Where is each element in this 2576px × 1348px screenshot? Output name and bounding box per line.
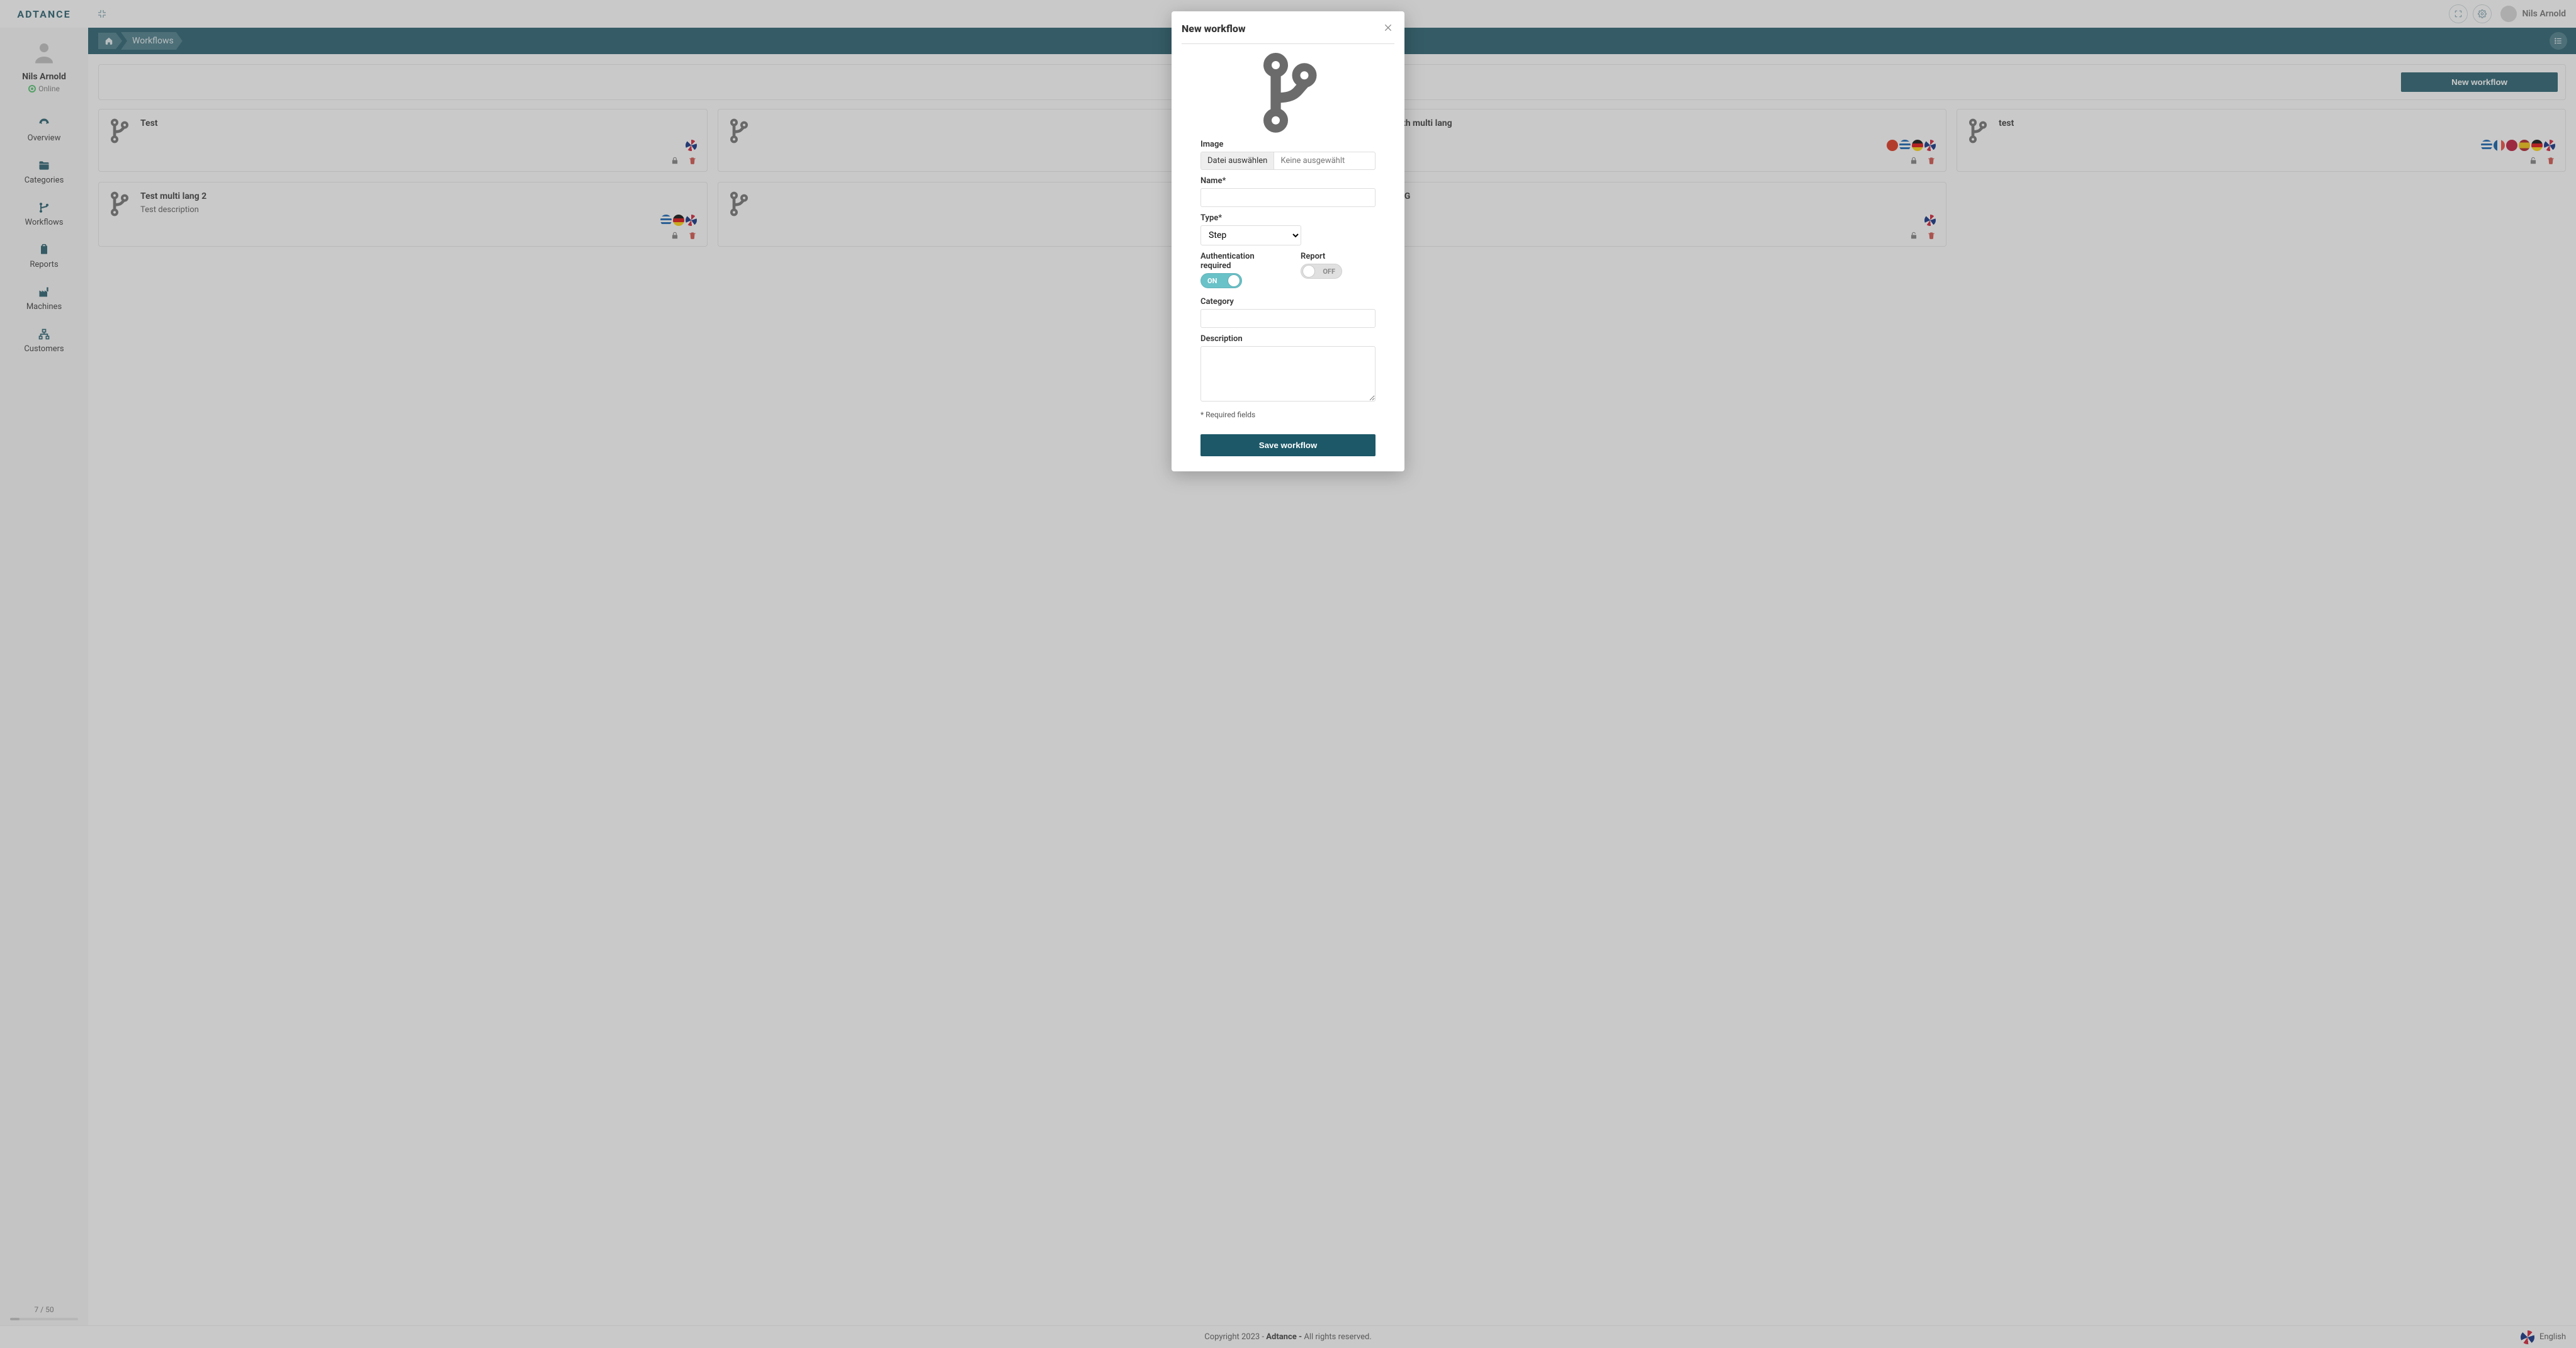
- file-status: Keine ausgewählt: [1274, 152, 1375, 169]
- save-workflow-button[interactable]: Save workflow: [1200, 434, 1376, 456]
- name-input[interactable]: [1200, 188, 1376, 207]
- auth-label: Authentication required: [1200, 252, 1275, 271]
- auth-toggle[interactable]: ON: [1200, 273, 1242, 288]
- category-input[interactable]: [1200, 309, 1376, 328]
- modal-close-button[interactable]: [1379, 19, 1397, 37]
- required-hint: * Required fields: [1182, 410, 1394, 419]
- workflow-hero-icon: [1182, 53, 1394, 135]
- modal-backdrop[interactable]: New workflow Image Datei auswählen Keine…: [0, 0, 2576, 1348]
- description-input[interactable]: [1200, 346, 1376, 402]
- image-label: Image: [1200, 140, 1376, 149]
- toggle-knob: [1228, 275, 1240, 286]
- image-file-input[interactable]: Datei auswählen Keine ausgewählt: [1200, 152, 1376, 170]
- type-label: Type*: [1200, 213, 1301, 223]
- close-icon: [1383, 23, 1393, 33]
- name-label: Name*: [1200, 176, 1376, 186]
- category-label: Category: [1200, 297, 1376, 306]
- file-choose-button[interactable]: Datei auswählen: [1201, 152, 1274, 169]
- type-select[interactable]: Step: [1200, 225, 1301, 245]
- toggle-knob: [1303, 266, 1314, 277]
- modal-title: New workflow: [1182, 23, 1394, 35]
- description-label: Description: [1200, 334, 1376, 344]
- new-workflow-modal: New workflow Image Datei auswählen Keine…: [1172, 11, 1404, 471]
- report-label: Report: [1301, 252, 1376, 261]
- report-toggle[interactable]: OFF: [1301, 264, 1342, 279]
